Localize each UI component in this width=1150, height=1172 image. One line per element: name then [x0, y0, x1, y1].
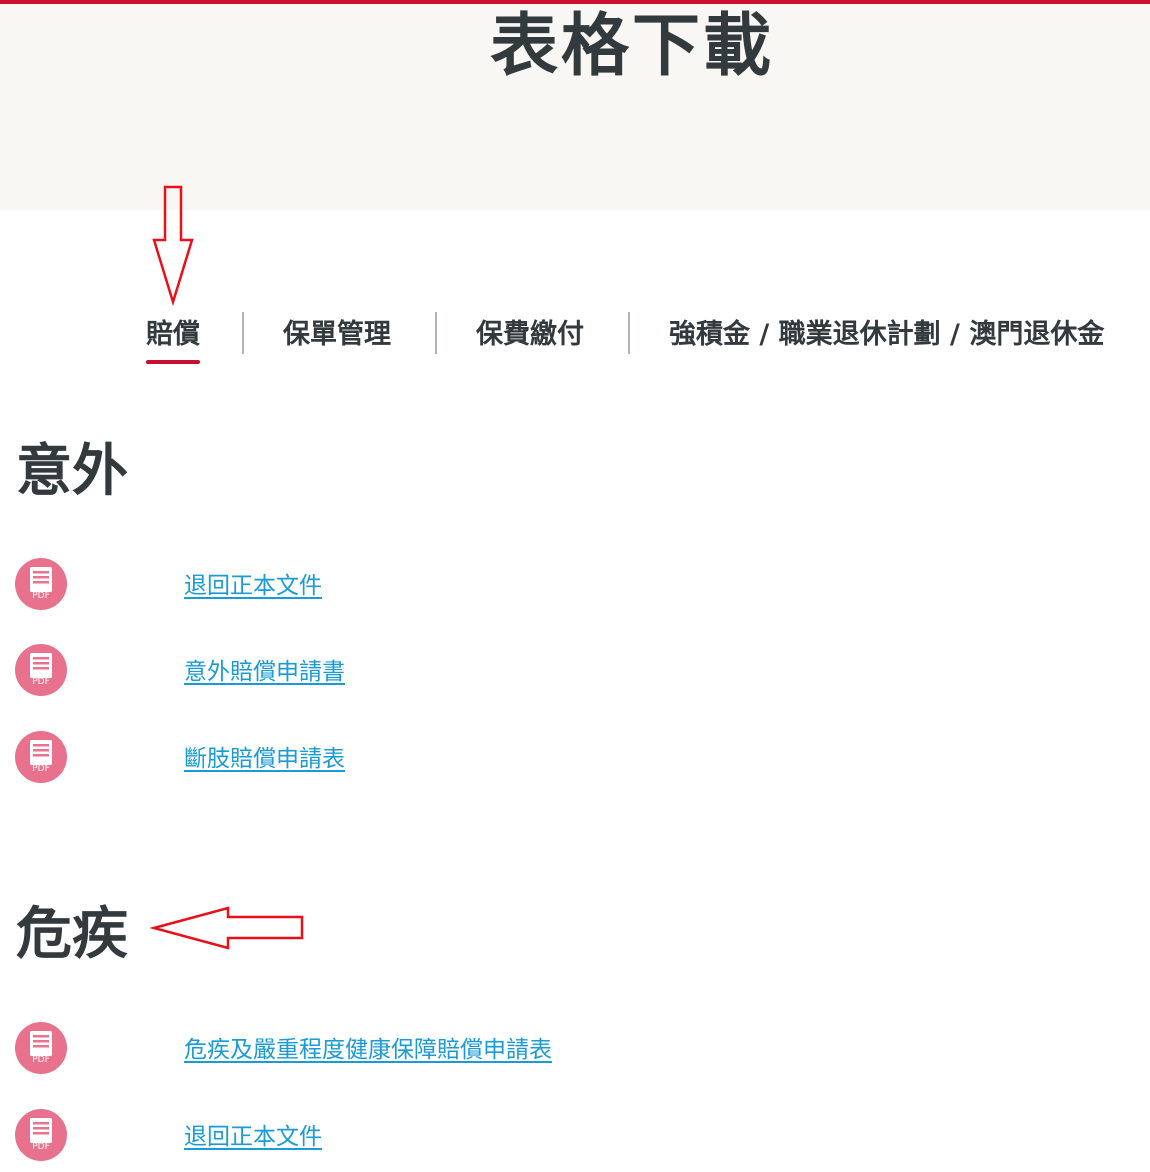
annotation-arrow-down-icon — [152, 185, 194, 307]
document-link[interactable]: 退回正本文件 — [184, 1122, 322, 1152]
page: 表格下載 賠償 保單管理 保費繳付 強積金 / 職業退休計劃 / 澳門退休金 意… — [0, 0, 1150, 1172]
pdf-icon: PDF — [15, 731, 67, 783]
section-title-critical-illness: 危疾 — [16, 902, 128, 967]
svg-text:PDF: PDF — [32, 1055, 50, 1065]
pdf-icon: PDF — [15, 644, 67, 696]
list-item: PDF 退回正本文件 — [0, 558, 1150, 618]
list-item: PDF 退回正本文件 — [0, 1109, 1150, 1169]
list-item: PDF 危疾及嚴重程度健康保障賠償申請表 — [0, 1022, 1150, 1082]
tab-premium-payment[interactable]: 保費繳付 — [476, 315, 584, 355]
hero-banner: 表格下載 — [0, 4, 1150, 210]
category-tabs: 賠償 保單管理 保費繳付 強積金 / 職業退休計劃 / 澳門退休金 — [0, 300, 1150, 370]
tab-mpf-orso-macau-pension[interactable]: 強積金 / 職業退休計劃 / 澳門退休金 — [669, 315, 1104, 355]
tab-divider — [435, 312, 437, 354]
annotation-arrow-left-icon — [149, 906, 304, 950]
svg-text:PDF: PDF — [32, 1142, 50, 1152]
list-item: PDF 意外賠償申請書 — [0, 644, 1150, 704]
svg-text:PDF: PDF — [32, 591, 50, 601]
pdf-icon: PDF — [15, 1109, 67, 1161]
document-link[interactable]: 斷肢賠償申請表 — [184, 744, 345, 774]
tab-policy-management[interactable]: 保單管理 — [283, 315, 391, 355]
svg-text:PDF: PDF — [32, 677, 50, 687]
document-link[interactable]: 危疾及嚴重程度健康保障賠償申請表 — [184, 1035, 552, 1065]
list-item: PDF 斷肢賠償申請表 — [0, 731, 1150, 791]
page-title: 表格下載 — [490, 7, 775, 86]
pdf-icon: PDF — [15, 558, 67, 610]
svg-text:PDF: PDF — [32, 764, 50, 774]
section-title-accident: 意外 — [16, 439, 128, 504]
tab-divider — [628, 312, 630, 354]
pdf-icon: PDF — [15, 1022, 67, 1074]
document-link[interactable]: 退回正本文件 — [184, 571, 322, 601]
document-link[interactable]: 意外賠償申請書 — [184, 657, 345, 687]
tab-claims[interactable]: 賠償 — [146, 315, 200, 364]
tab-divider — [242, 312, 244, 354]
